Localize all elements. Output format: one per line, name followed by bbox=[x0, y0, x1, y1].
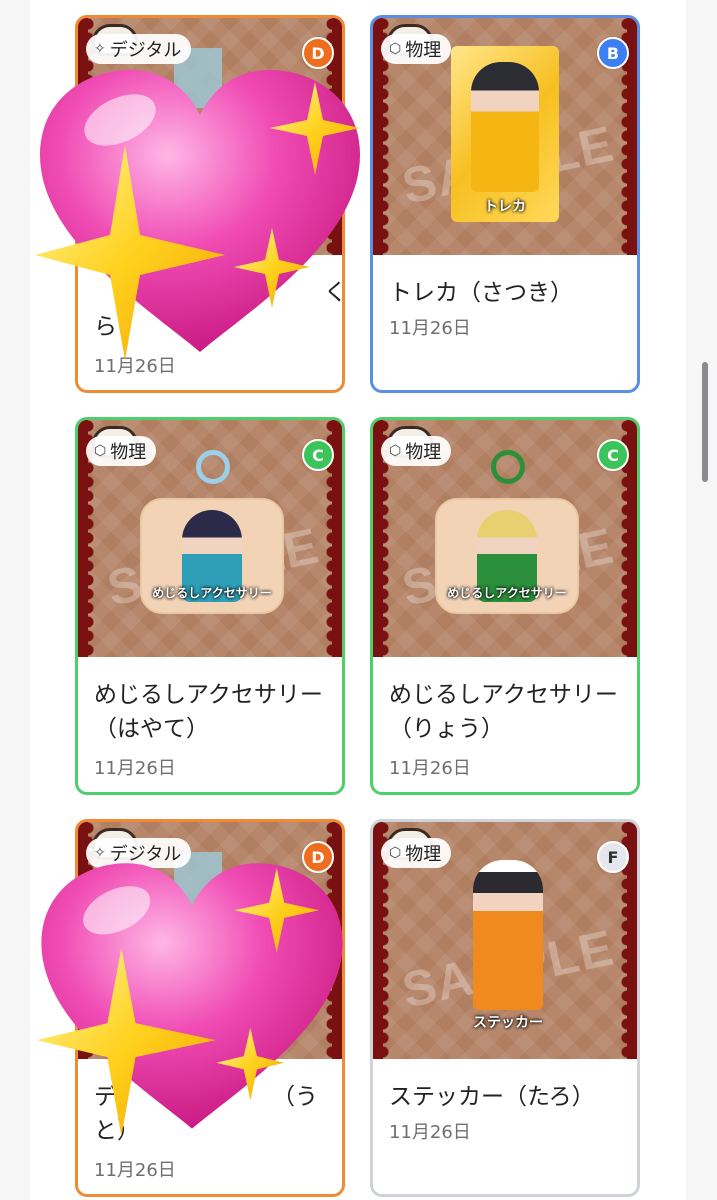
rank-badge: D bbox=[302, 841, 334, 873]
rank-badge: C bbox=[597, 439, 629, 471]
box-icon: ⬡ bbox=[389, 41, 402, 57]
release-date: 11月26日 bbox=[389, 318, 471, 339]
product-name: トレカ（さつき） bbox=[389, 280, 573, 306]
product-card-sticker-taro[interactable]: SAMPLE ステッカー ⬡物理 F ステッカー（たろ） 11月26日 bbox=[370, 819, 640, 1197]
acrylic-keychain: めじるしアクセサリー bbox=[435, 498, 579, 614]
product-name: めじるしアクセサリー（はやて） bbox=[94, 682, 323, 742]
type-badge: ✧ デジタル bbox=[86, 838, 192, 868]
sparkle-icon: ✧ bbox=[94, 845, 106, 861]
sparkle-icon: ✧ bbox=[94, 41, 106, 57]
box-icon: ⬡ bbox=[94, 443, 107, 459]
sticker-image bbox=[473, 860, 543, 1010]
product-card-accessory-ryou[interactable]: SAMPLE めじるしアクセサリー ⬡物理 C めじるしアクセサリー（りょう） … bbox=[370, 417, 640, 795]
box-icon: ⬡ bbox=[389, 443, 402, 459]
trading-card-image: トレカ bbox=[451, 46, 559, 222]
release-date: 11月26日 bbox=[94, 758, 176, 779]
release-date: 11月26日 bbox=[94, 1160, 176, 1181]
release-date: 11月26日 bbox=[94, 356, 176, 377]
product-name: めじるしアクセサリー（りょう） bbox=[389, 682, 618, 742]
acrylic-keychain: めじるしアクセサリー bbox=[140, 498, 284, 614]
keyring bbox=[491, 450, 525, 484]
type-badge: ⬡ 物理 bbox=[381, 838, 452, 868]
rank-badge: C bbox=[302, 439, 334, 471]
type-badge: ✧ デジタル bbox=[86, 34, 192, 64]
product-card-trading-card[interactable]: SAMPLE トレカ ⬡物理 B トレカ（さつき） 11月26日 bbox=[370, 15, 640, 393]
rank-badge: B bbox=[597, 37, 629, 69]
rank-badge: F bbox=[597, 841, 629, 873]
scrollbar-thumb[interactable] bbox=[702, 362, 708, 482]
type-badge: ⬡ 物理 bbox=[86, 436, 157, 466]
product-name: ステッカー（たろ） bbox=[389, 1084, 595, 1110]
type-badge: ⬡ 物理 bbox=[381, 436, 452, 466]
box-icon: ⬡ bbox=[389, 845, 402, 861]
keyring bbox=[196, 450, 230, 484]
release-date: 11月26日 bbox=[389, 758, 471, 779]
product-card-digital-2[interactable]: ✧ デジタル D デ （う と） 11月26日 bbox=[75, 819, 345, 1197]
product-card-accessory-hayate[interactable]: SAMPLE めじるしアクセサリー ⬡物理 C めじるしアクセサリー（はやて） … bbox=[75, 417, 345, 795]
release-date: 11月26日 bbox=[389, 1122, 471, 1143]
product-card-digital-1[interactable]: ✧ デジタル D く ら 11月26日 bbox=[75, 15, 345, 393]
type-badge: ⬡ 物理 bbox=[381, 34, 452, 64]
rank-badge: D bbox=[302, 37, 334, 69]
